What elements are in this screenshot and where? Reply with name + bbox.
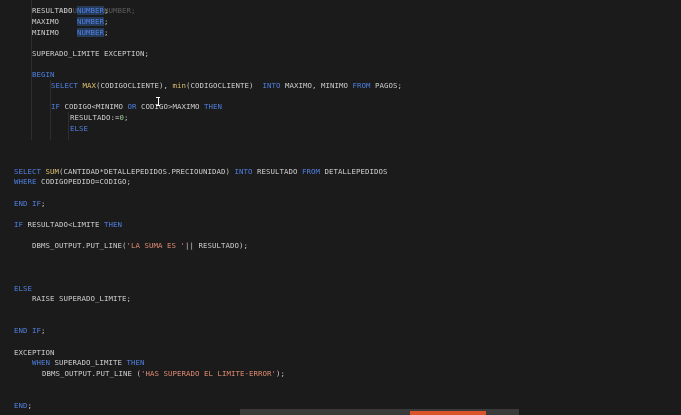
code-line-superado: SUPERADO_LIMITE EXCEPTION;	[32, 49, 149, 58]
code-line-end-if: END IF;	[14, 199, 46, 208]
code-line-when: WHEN SUPERADO_LIMITE THEN	[32, 358, 145, 367]
code-line-if-codigo: IF CODIGO<MINIMO OR CODIGO>MAXIMO THEN	[51, 102, 222, 111]
code-line-begin: BEGIN	[32, 69, 55, 80]
scrollbar-thumb[interactable]	[410, 411, 486, 415]
code-line-where: WHERE CODIGOPEDIDO=CODIGO;	[14, 177, 131, 186]
code-line-end: END;	[14, 401, 32, 410]
code-editor[interactable]: RESULTADO NUMBER; RESULTADO NUMBER; MAXI…	[0, 0, 681, 415]
code-line-maximo: MAXIMO NUMBER;	[32, 17, 109, 26]
code-line-else-inner: ELSE	[70, 124, 88, 133]
code-line-minimo: MINIMO NUMBER;	[32, 28, 109, 37]
code-line-else-outer: ELSE	[14, 284, 32, 293]
code-line-select-max: SELECT MAX(CODIGOCLIENTE), min(CODIGOCLI…	[51, 81, 402, 90]
indent-guide	[68, 112, 69, 140]
code-line-resultado-zero: RESULTADO:=0;	[70, 113, 129, 122]
code-line-dbms-output-error: DBMS_OUTPUT.PUT_LINE ('HAS SUPERADO EL L…	[42, 369, 285, 378]
variable-name: MAXIMO	[32, 17, 59, 26]
keyword: BEGIN	[32, 70, 55, 79]
code-line-dbms-output: DBMS_OUTPUT.PUT_LINE('LA SUMA ES '|| RES…	[32, 241, 248, 250]
code-line-raise: RAISE SUPERADO_LIMITE;	[32, 294, 131, 303]
code-line-resultado: RESULTADO NUMBER;	[32, 6, 109, 15]
variable-name: MINIMO	[32, 28, 59, 37]
text-cursor-icon	[156, 97, 160, 106]
type-keyword: NUMBER	[77, 17, 104, 26]
type-keyword: NUMBER	[77, 28, 104, 37]
code-line-end-if: END IF;	[14, 326, 46, 335]
variable-name: RESULTADO	[32, 6, 73, 15]
type-keyword: NUMBER	[77, 6, 104, 15]
code-line-if-limite: IF RESULTADO<LIMITE THEN	[14, 220, 122, 229]
